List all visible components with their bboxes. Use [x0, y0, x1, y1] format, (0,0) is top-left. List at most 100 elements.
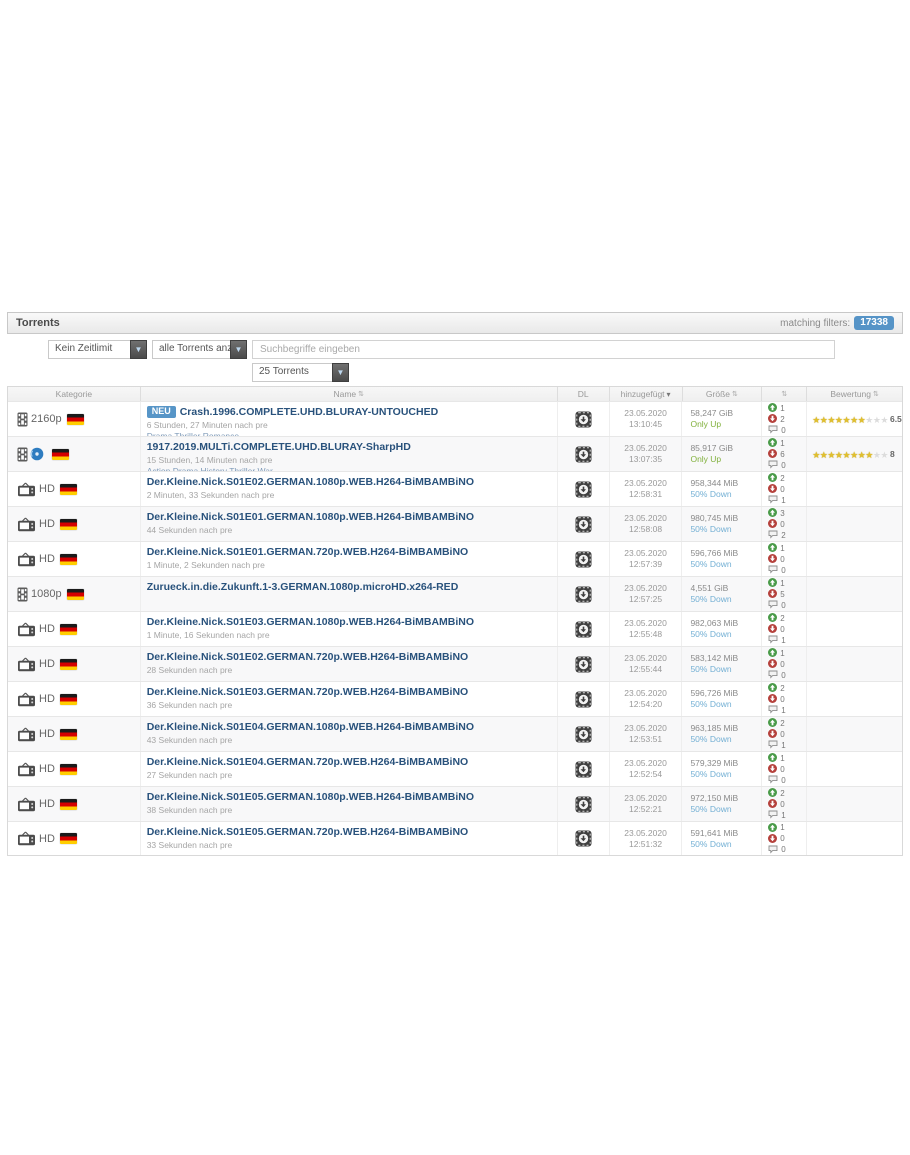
torrent-name-link[interactable]: Der.Kleine.Nick.S01E04.GERMAN.720p.WEB.H… — [147, 756, 469, 768]
torrent-name-link[interactable]: Der.Kleine.Nick.S01E05.GERMAN.1080p.WEB.… — [147, 791, 474, 803]
leecher-count: 0 — [780, 834, 784, 843]
download-icon[interactable] — [575, 551, 592, 568]
column-header-peers[interactable]: ⇅ — [762, 387, 807, 401]
torrent-name-link[interactable]: Der.Kleine.Nick.S01E02.GERMAN.720p.WEB.H… — [147, 651, 469, 663]
sort-icon: ⇅ — [781, 390, 787, 398]
seeder-count: 1 — [780, 544, 784, 553]
download-icon[interactable] — [575, 726, 592, 743]
download-icon[interactable] — [575, 691, 592, 708]
size-label: 972,150 MiB — [690, 793, 761, 804]
download-icon[interactable] — [575, 621, 592, 638]
comment-bubble-icon — [768, 561, 778, 576]
category-icons — [17, 447, 44, 462]
category-label: HD — [39, 833, 55, 845]
torrent-table: Kategorie Name ⇅ DL hinzugefügt ▾ Größe … — [7, 386, 903, 856]
sort-desc-icon: ▾ — [667, 390, 671, 399]
status-label: 50% Down — [690, 699, 761, 710]
leecher-count: 0 — [780, 800, 784, 809]
leecher-count: 0 — [780, 695, 784, 704]
added-date: 23.05.2020 — [624, 723, 667, 734]
time-limit-select[interactable]: Kein Zeitlimit — [48, 340, 147, 359]
tv-icon — [17, 762, 36, 777]
column-header-bewertung[interactable]: Bewertung ⇅ — [807, 387, 902, 401]
torrent-name-link[interactable]: Der.Kleine.Nick.S01E01.GERMAN.1080p.WEB.… — [147, 511, 474, 523]
pre-time-label: 33 Sekunden nach pre — [147, 840, 551, 850]
size-label: 958,344 MiB — [690, 478, 761, 489]
german-flag-icon — [60, 659, 77, 670]
pre-time-label: 15 Stunden, 14 Minuten nach pre — [147, 455, 551, 465]
download-icon[interactable] — [575, 411, 592, 428]
category-icons — [17, 657, 36, 672]
category-icons — [17, 762, 36, 777]
seeder-count: 2 — [780, 719, 784, 728]
download-icon[interactable] — [575, 830, 592, 847]
torrent-name-link[interactable]: Zurueck.in.die.Zukunft.1-3.GERMAN.1080p.… — [147, 581, 459, 593]
genre-links[interactable]: Drama Thriller Romance — [147, 431, 551, 436]
column-header-groesse[interactable]: Größe ⇅ — [683, 387, 763, 401]
torrent-name-link[interactable]: Der.Kleine.Nick.S01E03.GERMAN.720p.WEB.H… — [147, 686, 469, 698]
column-header-name[interactable]: Name ⇅ — [141, 387, 558, 401]
torrent-type-select[interactable]: alle Torrents anzeigen — [152, 340, 247, 359]
rating-stars: ★★★★★★★★★★ — [812, 410, 888, 428]
added-time: 12:55:44 — [629, 664, 662, 675]
german-flag-icon — [60, 519, 77, 530]
download-icon[interactable] — [575, 796, 592, 813]
german-flag-icon — [60, 729, 77, 740]
chevron-down-icon[interactable] — [130, 340, 147, 359]
seeder-count: 3 — [780, 509, 784, 518]
torrent-name-link[interactable]: Der.Kleine.Nick.S01E04.GERMAN.1080p.WEB.… — [147, 721, 474, 733]
download-icon[interactable] — [575, 656, 592, 673]
download-icon[interactable] — [575, 516, 592, 533]
torrent-name-link[interactable]: 1917.2019.MULTi.COMPLETE.UHD.BLURAY-Shar… — [147, 441, 411, 453]
torrent-name-link[interactable]: Der.Kleine.Nick.S01E01.GERMAN.720p.WEB.H… — [147, 546, 469, 558]
leecher-count: 0 — [780, 555, 784, 564]
comment-count: 1 — [781, 706, 785, 715]
added-time: 12:55:48 — [629, 629, 662, 640]
german-flag-icon — [60, 799, 77, 810]
added-date: 23.05.2020 — [624, 618, 667, 629]
tv-icon — [17, 517, 36, 532]
category-label: HD — [39, 623, 55, 635]
download-icon[interactable] — [575, 586, 592, 603]
added-date: 23.05.2020 — [624, 478, 667, 489]
tv-icon — [17, 831, 36, 846]
table-row: 1080p Zurueck.in.die.Zukunft.1-3.GERMAN.… — [8, 576, 902, 611]
category-label: HD — [39, 658, 55, 670]
size-label: 596,766 MiB — [690, 548, 761, 559]
table-row: HD Der.Kleine.Nick.S01E01.GERMAN.1080p.W… — [8, 506, 902, 541]
added-date: 23.05.2020 — [624, 688, 667, 699]
comment-bubble-icon — [768, 596, 778, 611]
torrent-name-link[interactable]: Crash.1996.COMPLETE.UHD.BLURAY-UNTOUCHED — [180, 406, 438, 418]
sort-icon: ⇅ — [358, 390, 364, 398]
torrent-name-link[interactable]: Der.Kleine.Nick.S01E05.GERMAN.720p.WEB.H… — [147, 826, 469, 838]
seeder-count: 2 — [780, 474, 784, 483]
sort-icon: ⇅ — [873, 390, 879, 398]
added-time: 13:07:35 — [629, 454, 662, 465]
chevron-down-icon[interactable] — [230, 340, 247, 359]
genre-links[interactable]: Action Drama History Thriller War — [147, 466, 551, 471]
download-icon[interactable] — [575, 446, 592, 463]
category-icons — [17, 517, 36, 532]
download-icon[interactable] — [575, 481, 592, 498]
download-icon[interactable] — [575, 761, 592, 778]
category-label: HD — [39, 728, 55, 740]
pre-time-label: 36 Sekunden nach pre — [147, 700, 551, 710]
chevron-down-icon[interactable] — [332, 363, 349, 382]
leecher-count: 0 — [780, 765, 784, 774]
comment-bubble-icon — [768, 526, 778, 541]
german-flag-icon — [60, 694, 77, 705]
comment-bubble-icon — [768, 456, 778, 471]
search-input[interactable] — [252, 340, 835, 359]
torrent-name-link[interactable]: Der.Kleine.Nick.S01E03.GERMAN.1080p.WEB.… — [147, 616, 474, 628]
torrent-name-link[interactable]: Der.Kleine.Nick.S01E02.GERMAN.1080p.WEB.… — [147, 476, 474, 488]
added-time: 12:58:08 — [629, 524, 662, 535]
size-label: 591,641 MiB — [690, 828, 761, 839]
torrent-type-value: alle Torrents anzeigen — [152, 340, 230, 359]
category-label: 2160p — [31, 413, 62, 425]
comment-bubble-icon — [768, 631, 778, 646]
per-page-select[interactable]: 25 Torrents — [252, 363, 349, 382]
column-header-hinzugefuegt[interactable]: hinzugefügt ▾ — [610, 387, 683, 401]
added-date: 23.05.2020 — [624, 793, 667, 804]
added-date: 23.05.2020 — [624, 653, 667, 664]
bluray-icon — [30, 447, 44, 461]
